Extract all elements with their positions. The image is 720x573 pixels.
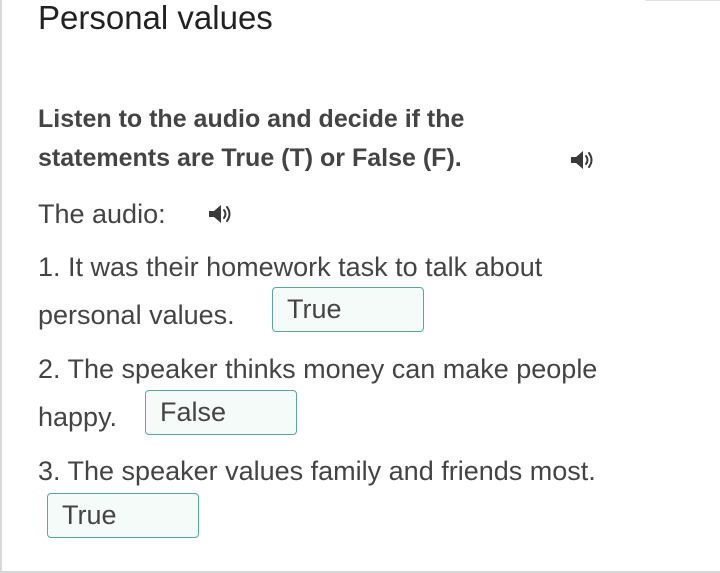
instruction-line-2: statements are True (T) or False (F). [38, 144, 462, 172]
page-title: Personal values [38, 0, 273, 36]
question-3-answer-box[interactable]: True [47, 493, 199, 538]
question-2-line-1: 2. The speaker thinks money can make peo… [38, 354, 598, 384]
question-1-answer-box[interactable]: True [272, 287, 424, 332]
instruction-speaker-icon[interactable] [568, 148, 598, 172]
question-3-line-1: 3. The speaker values family and friends… [38, 456, 596, 486]
question-2-answer-box[interactable]: False [145, 390, 297, 435]
top-border [645, 0, 720, 1]
question-2-line-2: happy. [38, 402, 118, 432]
instructions: Listen to the audio and decide if the st… [38, 100, 464, 178]
instruction-line-1: Listen to the audio and decide if the [38, 105, 465, 133]
question-1-line-2: personal values. [38, 300, 235, 330]
audio-speaker-icon[interactable] [206, 202, 236, 226]
left-border [0, 0, 2, 573]
audio-label: The audio: [38, 199, 166, 229]
question-1-line-1: 1. It was their homework task to talk ab… [38, 252, 543, 282]
